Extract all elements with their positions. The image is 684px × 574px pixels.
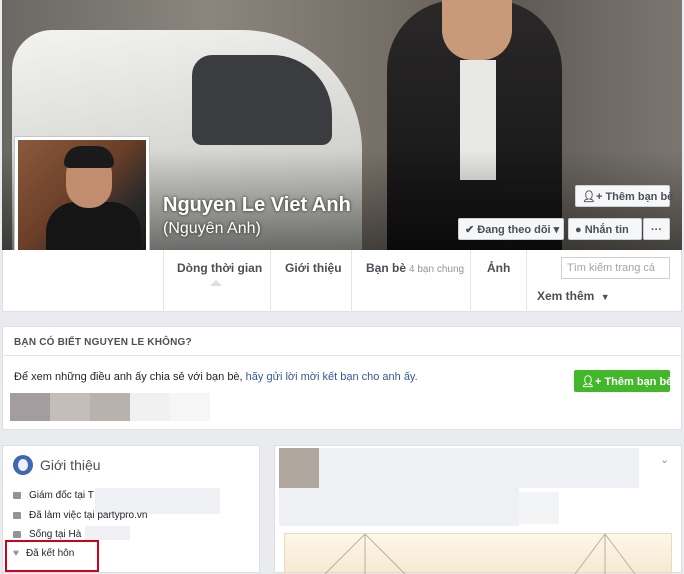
chandelier-graphic: [324, 534, 636, 574]
home-icon: [13, 530, 21, 538]
cover-car-window: [192, 55, 332, 145]
briefcase-icon: [13, 511, 21, 519]
profile-picture-image: [18, 140, 146, 266]
intro-item-text: Sống tại Hà: [29, 529, 82, 540]
friend-suggestion-message: Để xem những điều anh ấy chia sẻ với bạn…: [14, 371, 246, 383]
nav-divider: [470, 250, 471, 312]
intro-item-work: Giám đốc tại T: [13, 490, 94, 501]
tab-timeline[interactable]: Dòng thời gian: [177, 261, 262, 275]
caret-down-icon: ▾: [553, 224, 560, 236]
blurred-content: [319, 448, 639, 488]
friend-suggestion-title: BẠN CÓ BIẾT NGUYEN LE KHÔNG?: [14, 337, 192, 348]
tab-photos[interactable]: Ảnh: [487, 261, 510, 275]
briefcase-icon: [13, 491, 21, 499]
send-friend-request-link[interactable]: hãy gửi lời mời kết bạn cho anh ấy.: [246, 371, 418, 383]
check-icon: ✔: [465, 224, 475, 236]
add-friend-green-button[interactable]: 👤︎+ Thêm bạn bè: [574, 370, 673, 392]
chevron-down-icon[interactable]: ⌄: [660, 453, 669, 466]
post-image[interactable]: [284, 533, 672, 574]
highlight-box: [5, 540, 99, 572]
blurred-content: [519, 492, 559, 524]
friend-thumbnail[interactable]: [10, 393, 50, 421]
message-label: Nhắn tin: [584, 224, 629, 236]
friend-thumbnail[interactable]: [50, 393, 90, 421]
tab-friends[interactable]: Bạn bè 4 bạn chung: [366, 261, 464, 275]
friend-thumbnail[interactable]: [170, 393, 210, 421]
tab-friends-label: Bạn bè: [366, 261, 407, 275]
messenger-icon: ●: [575, 224, 582, 236]
friend-thumbnail[interactable]: [130, 393, 170, 421]
profile-name[interactable]: Nguyen Le Viet Anh: [163, 194, 351, 217]
more-options-button[interactable]: ···: [643, 218, 670, 240]
nav-divider: [351, 250, 352, 312]
profile-alternate-name: (Nguyên Anh): [163, 220, 261, 237]
caret-down-icon: ▼: [600, 292, 610, 302]
intro-item-past-work: Đã làm việc tại partypro.vn: [13, 510, 147, 521]
friend-suggestion-text: Để xem những điều anh ấy chia sẻ với bạn…: [14, 371, 418, 383]
tab-about[interactable]: Giới thiệu: [285, 261, 342, 275]
add-friend-icon: 👤︎+: [581, 376, 602, 388]
message-button[interactable]: ● Nhắn tin: [568, 218, 642, 240]
blurred-content: [279, 488, 519, 526]
mutual-friends-count: 4 bạn chung: [409, 264, 465, 275]
globe-icon: [13, 455, 33, 475]
add-friend-button[interactable]: 👤︎+ Thêm bạn bè: [575, 185, 674, 207]
intro-item-text: Đã làm việc tại partypro.vn: [29, 510, 148, 521]
post-author-avatar[interactable]: [279, 448, 319, 488]
following-button[interactable]: ✔ Đang theo dõi ▾: [458, 218, 564, 240]
add-friend-green-label: Thêm bạn bè: [604, 376, 673, 388]
cover-person-head: [442, 0, 512, 60]
add-friend-label: Thêm bạn bè: [605, 191, 674, 203]
intro-item-text: Giám đốc tại T: [29, 490, 94, 501]
following-label: Đang theo dõi: [477, 224, 551, 236]
intro-item-lives: Sống tại Hà: [13, 529, 81, 540]
intro-title: Giới thiệu: [40, 457, 101, 473]
nav-divider: [526, 250, 527, 312]
friend-thumbnail[interactable]: [90, 393, 130, 421]
add-friend-icon: 👤︎+: [582, 191, 603, 203]
nav-divider: [270, 250, 271, 312]
blurred-content: [85, 526, 130, 540]
tab-more-label: Xem thêm: [537, 289, 595, 303]
nav-divider: [163, 250, 164, 312]
tab-more[interactable]: Xem thêm ▼: [537, 289, 610, 303]
active-tab-indicator: [210, 280, 222, 286]
profile-search-input[interactable]: Tìm kiếm trang cá: [561, 257, 670, 279]
